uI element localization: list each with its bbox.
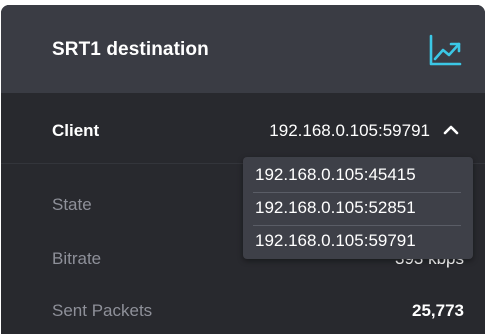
client-option[interactable]: 192.168.0.105:52851 xyxy=(255,191,460,225)
sent-packets-value: 25,773 xyxy=(412,301,464,320)
client-label: Client xyxy=(52,121,100,140)
client-option[interactable]: 192.168.0.105:45415 xyxy=(255,158,460,192)
client-select[interactable]: 192.168.0.105:59791 xyxy=(241,113,467,147)
panel-title: SRT1 destination xyxy=(52,39,209,60)
sent-packets-label: Sent Packets xyxy=(52,301,153,320)
client-selected-value: 192.168.0.105:59791 xyxy=(269,121,430,140)
state-label: State xyxy=(52,195,92,214)
line-chart-icon[interactable] xyxy=(426,32,464,70)
panel-header: SRT1 destination xyxy=(1,5,485,93)
client-dropdown-menu: 192.168.0.105:45415 192.168.0.105:52851 … xyxy=(243,157,473,259)
bitrate-label: Bitrate xyxy=(52,249,102,268)
chevron-up-icon xyxy=(443,125,459,135)
srt-destination-panel: SRT1 destination Client 192.168.0.105:59… xyxy=(1,5,485,334)
client-option[interactable]: 192.168.0.105:59791 xyxy=(255,224,460,258)
